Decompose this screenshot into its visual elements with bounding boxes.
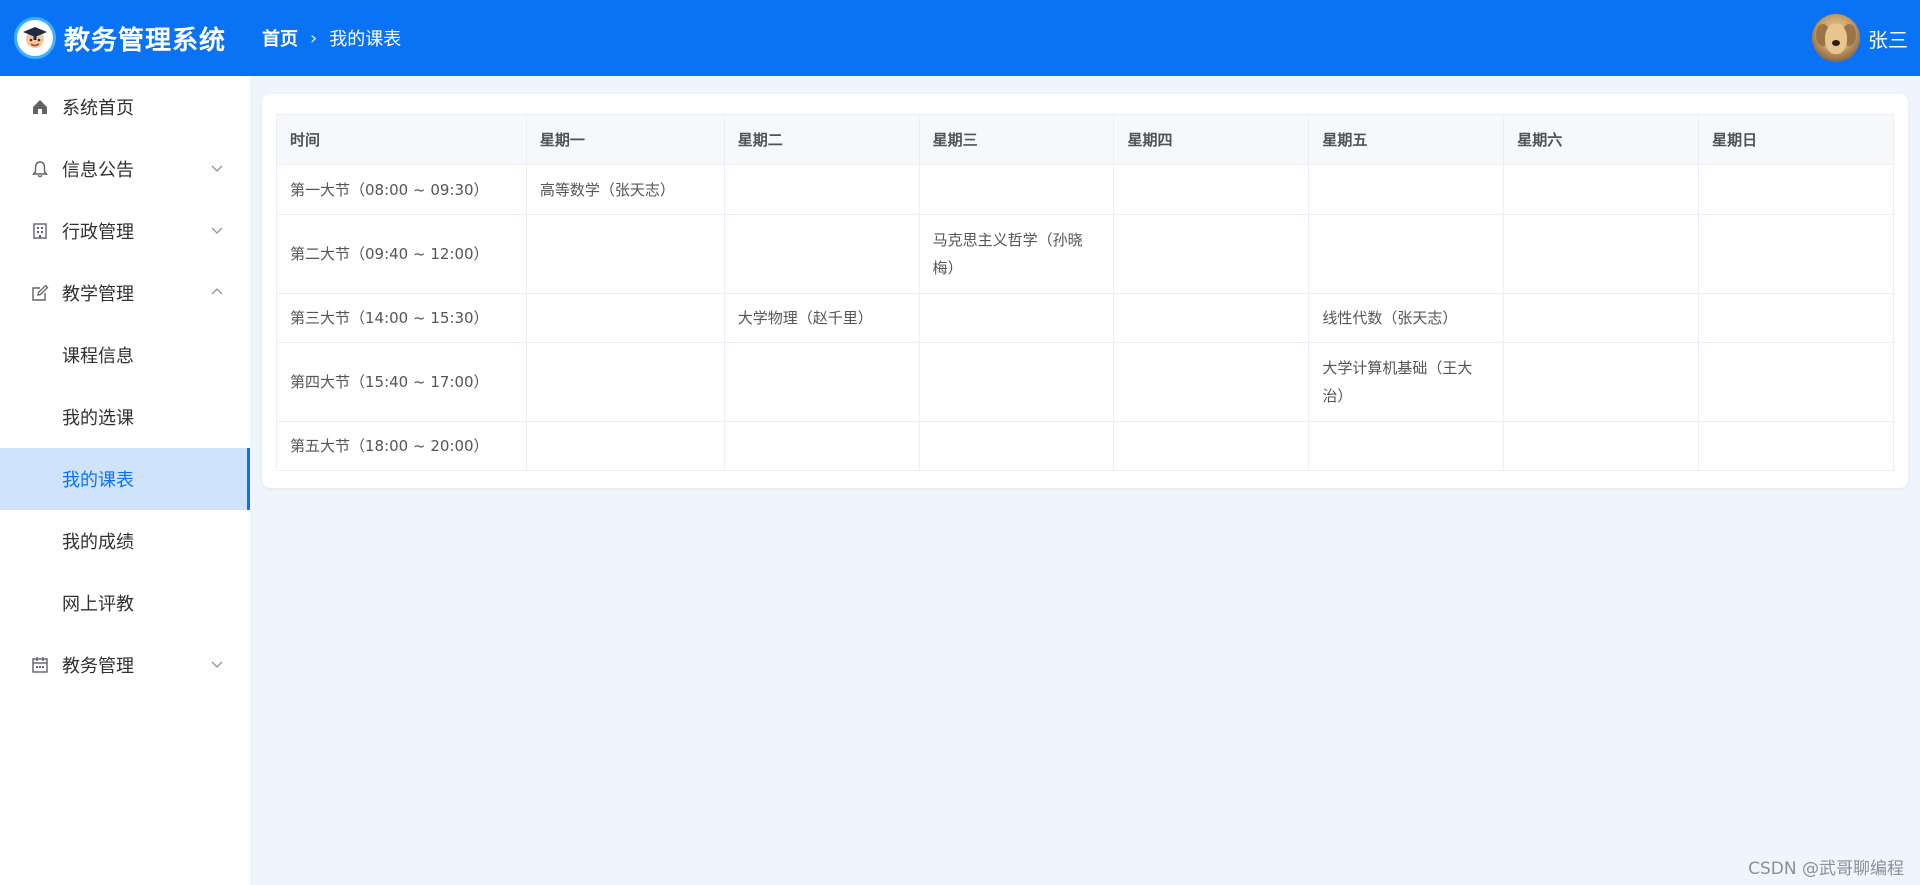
course-text: 大学物理（赵千里） — [737, 309, 873, 327]
course-cell — [1503, 342, 1700, 422]
sidebar: 系统首页 信息公告 行政管理 教学管理 课程信息 我的选课 我的课表 我的成绩 … — [0, 76, 250, 885]
time-slot-cell: 第四大节（15:40 ~ 17:00） — [276, 342, 527, 422]
logo-icon — [14, 17, 56, 59]
course-cell — [723, 214, 920, 294]
time-slot-cell: 第二大节（09:40 ~ 12:00） — [276, 214, 527, 294]
course-cell — [723, 164, 920, 215]
table-row: 第二大节（09:40 ~ 12:00） 马克思主义哲学（孙晓梅） — [276, 214, 1894, 294]
course-cell — [1113, 342, 1310, 422]
sidebar-subitem-my-selection[interactable]: 我的选课 — [0, 386, 250, 448]
breadcrumb: 首页 › 我的课表 — [262, 25, 401, 51]
sidebar-item-label: 教务管理 — [62, 656, 134, 677]
chevron-down-icon — [211, 227, 223, 234]
course-cell — [525, 293, 725, 343]
watermark: CSDN @武哥聊编程 — [1748, 859, 1904, 879]
course-cell — [1503, 421, 1700, 471]
sidebar-item-announcements[interactable]: 信息公告 — [0, 138, 250, 200]
course-cell — [525, 214, 725, 294]
time-slot-cell: 第一大节（08:00 ~ 09:30） — [276, 164, 527, 215]
course-cell — [1698, 293, 1894, 343]
table-row: 第一大节（08:00 ~ 09:30） 高等数学（张天志） — [276, 164, 1894, 215]
course-text: 高等数学（张天志） — [539, 180, 675, 199]
sidebar-subitem-my-timetable[interactable]: 我的课表 — [0, 448, 250, 510]
course-cell: 高等数学（张天志） — [525, 164, 725, 215]
top-header: 教务管理系统 首页 › 我的课表 张三 — [0, 0, 1920, 76]
course-cell — [918, 164, 1115, 215]
course-cell — [918, 293, 1115, 343]
course-cell — [1113, 293, 1310, 343]
column-header: 星期二 — [723, 114, 920, 165]
table-row: 第五大节（18:00 ~ 20:00） — [276, 421, 1894, 471]
building-icon — [30, 221, 50, 241]
sidebar-item-home[interactable]: 系统首页 — [0, 76, 250, 138]
sidebar-item-administration[interactable]: 行政管理 — [0, 200, 250, 262]
course-cell — [1308, 214, 1505, 294]
course-cell — [1308, 164, 1505, 215]
course-cell: 线性代数（张天志） — [1308, 293, 1505, 343]
user-name[interactable]: 张三 — [1868, 24, 1908, 53]
table-header-row: 时间 星期一 星期二 星期三 星期四 星期五 星期六 星期日 — [276, 114, 1894, 165]
chevron-up-icon — [211, 288, 223, 295]
course-cell — [1503, 164, 1700, 215]
course-cell — [1503, 293, 1700, 343]
sidebar-item-academic-affairs[interactable]: 教务管理 — [0, 634, 250, 696]
avatar[interactable] — [1812, 14, 1860, 62]
column-header: 星期四 — [1113, 114, 1310, 165]
course-cell: 大学物理（赵千里） — [723, 293, 920, 343]
sidebar-item-teaching[interactable]: 教学管理 — [0, 262, 250, 324]
course-text: 马克思主义哲学（孙晓梅） — [932, 231, 1083, 277]
logo-area[interactable]: 教务管理系统 — [0, 17, 262, 59]
course-cell: 大学计算机基础（王大治） — [1308, 342, 1505, 422]
home-icon — [30, 97, 50, 117]
course-cell — [918, 342, 1115, 422]
sidebar-item-label: 教学管理 — [62, 284, 134, 305]
sidebar-item-label: 行政管理 — [62, 222, 134, 243]
sidebar-subitem-evaluation[interactable]: 网上评教 — [0, 572, 250, 634]
course-cell — [525, 421, 725, 471]
column-header: 星期日 — [1698, 114, 1894, 165]
course-cell — [1698, 342, 1894, 422]
course-text: 大学计算机基础（王大治） — [1322, 359, 1473, 405]
bell-icon — [30, 159, 50, 179]
calendar-icon — [30, 655, 50, 675]
app-title: 教务管理系统 — [64, 25, 227, 56]
course-cell — [525, 342, 725, 422]
timetable-card: 时间 星期一 星期二 星期三 星期四 星期五 星期六 星期日 第一大节（08:0… — [262, 94, 1908, 488]
chevron-down-icon — [211, 661, 223, 668]
course-cell — [723, 342, 920, 422]
user-menu[interactable]: 张三 — [1812, 14, 1908, 62]
course-cell: 马克思主义哲学（孙晓梅） — [918, 214, 1115, 294]
course-cell — [1698, 164, 1894, 215]
course-cell — [1698, 421, 1894, 471]
table-row: 第四大节（15:40 ~ 17:00） 大学计算机基础（王大治） — [276, 342, 1894, 422]
course-cell — [1308, 421, 1505, 471]
breadcrumb-home[interactable]: 首页 — [262, 25, 298, 51]
column-header: 星期一 — [525, 114, 725, 165]
chevron-down-icon — [211, 165, 223, 172]
course-cell — [1113, 214, 1310, 294]
time-slot-cell: 第三大节（14:00 ~ 15:30） — [276, 293, 527, 343]
table-row: 第三大节（14:00 ~ 15:30） 大学物理（赵千里） 线性代数（张天志） — [276, 293, 1894, 343]
sidebar-subitem-my-grades[interactable]: 我的成绩 — [0, 510, 250, 572]
course-cell — [918, 421, 1115, 471]
course-cell — [1698, 214, 1894, 294]
course-cell — [1503, 214, 1700, 294]
column-header: 星期六 — [1503, 114, 1700, 165]
course-cell — [1113, 164, 1310, 215]
edit-icon — [30, 283, 50, 303]
course-cell — [1113, 421, 1310, 471]
column-header: 星期五 — [1308, 114, 1505, 165]
breadcrumb-separator-icon: › — [310, 27, 318, 49]
sidebar-item-label: 系统首页 — [62, 98, 134, 119]
sidebar-item-label: 信息公告 — [62, 160, 134, 181]
course-text: 线性代数（张天志） — [1322, 309, 1458, 327]
time-slot-cell: 第五大节（18:00 ~ 20:00） — [276, 421, 527, 471]
course-cell — [723, 421, 920, 471]
column-header: 时间 — [276, 114, 527, 165]
column-header: 星期三 — [918, 114, 1115, 165]
timetable: 时间 星期一 星期二 星期三 星期四 星期五 星期六 星期日 第一大节（08:0… — [276, 114, 1894, 471]
breadcrumb-current: 我的课表 — [329, 29, 402, 50]
sidebar-subitem-course-info[interactable]: 课程信息 — [0, 324, 250, 386]
